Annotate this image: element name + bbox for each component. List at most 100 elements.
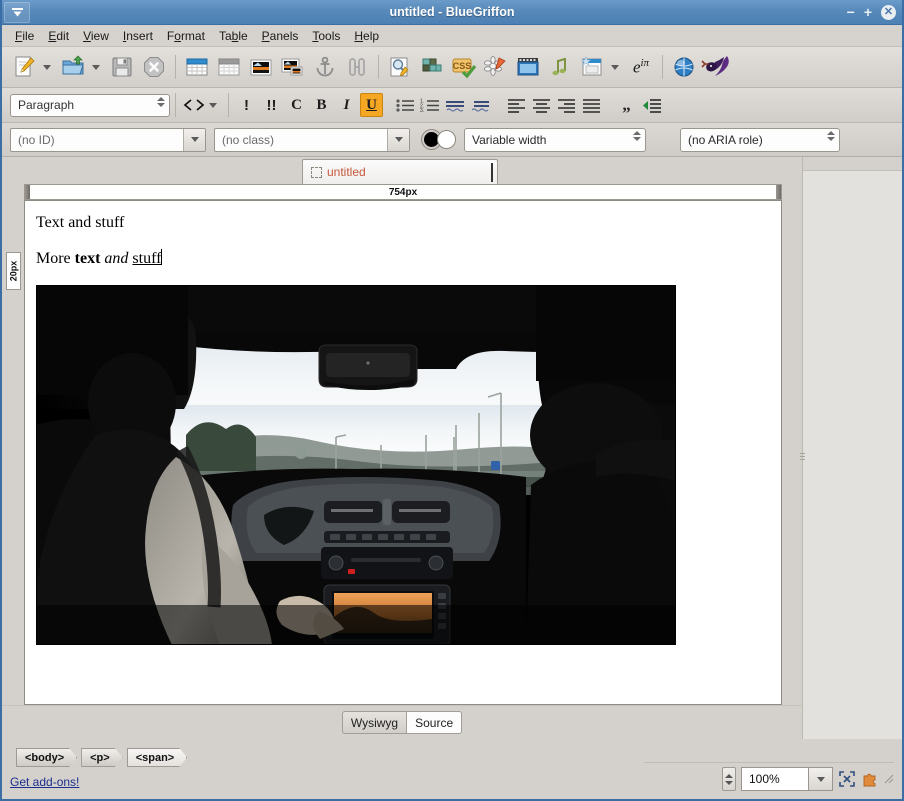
- puzzle-piece-icon[interactable]: [861, 770, 879, 788]
- menu-edit[interactable]: Edit: [41, 27, 76, 45]
- open-file-dropdown[interactable]: [89, 50, 102, 84]
- resize-grip-icon[interactable]: [884, 774, 894, 784]
- insert-table-button[interactable]: [182, 50, 212, 84]
- id-field[interactable]: (no ID): [10, 127, 206, 152]
- cite-button[interactable]: C: [285, 93, 308, 117]
- close-button[interactable]: ✕: [881, 4, 896, 20]
- bullet-list-button[interactable]: [393, 93, 416, 117]
- document-page[interactable]: Text and stuff More text and stuff: [24, 200, 782, 705]
- fullscreen-icon[interactable]: [838, 770, 856, 788]
- css-button[interactable]: CSS: [449, 50, 479, 84]
- strong-emphasis-button[interactable]: !!: [260, 93, 283, 117]
- menu-help[interactable]: Help: [347, 27, 386, 45]
- aria-role-select[interactable]: (no ARIA role): [680, 127, 840, 152]
- new-document-button[interactable]: [9, 50, 39, 84]
- font-spinner[interactable]: [633, 130, 641, 141]
- aria-role-spinner[interactable]: [827, 130, 835, 141]
- menu-panels[interactable]: Panels: [255, 27, 306, 45]
- zoom-input[interactable]: 100%: [741, 767, 809, 791]
- bluegriffon-logo-button[interactable]: [701, 50, 731, 84]
- maximize-button[interactable]: +: [864, 5, 872, 19]
- underline-button[interactable]: U: [360, 93, 383, 117]
- breadcrumb-p[interactable]: <p>: [81, 748, 123, 767]
- menu-view[interactable]: View: [76, 27, 116, 45]
- vertical-ruler[interactable]: 20px: [6, 252, 21, 290]
- minimize-button[interactable]: −: [847, 5, 855, 19]
- paragraph-style-select[interactable]: Paragraph: [10, 93, 170, 117]
- cancel-button[interactable]: [139, 50, 169, 84]
- document-tab-label: untitled: [327, 165, 366, 179]
- emphasis-button[interactable]: !: [235, 93, 258, 117]
- outdent-button[interactable]: [443, 93, 466, 117]
- blocks-button[interactable]: [417, 50, 447, 84]
- menu-insert[interactable]: Insert: [116, 27, 160, 45]
- insert-image-button[interactable]: [246, 50, 276, 84]
- indent-button[interactable]: [468, 93, 491, 117]
- math-button[interactable]: eiπ: [626, 50, 656, 84]
- horizontal-ruler[interactable]: 754px: [24, 184, 782, 200]
- browse-button[interactable]: [669, 50, 699, 84]
- breadcrumb-body[interactable]: <body>: [16, 748, 77, 767]
- italic-button[interactable]: I: [335, 93, 358, 117]
- ruler-right-handle[interactable]: [776, 185, 781, 199]
- document-tab-untitled[interactable]: untitled: [302, 159, 498, 184]
- paragraph-style-spinner[interactable]: [157, 96, 165, 107]
- dock-splitter-handle[interactable]: [800, 448, 805, 464]
- blockquote-button[interactable]: „: [615, 93, 638, 117]
- breadcrumb-span[interactable]: <span>: [127, 748, 188, 767]
- code-tag-dropdown[interactable]: [206, 88, 219, 122]
- document-tabstrip: untitled: [2, 157, 802, 184]
- car-interior-photo[interactable]: [36, 284, 676, 645]
- paragraph-1[interactable]: Text and stuff: [36, 213, 770, 234]
- right-dock-header: [803, 157, 902, 171]
- get-addons-link[interactable]: Get add-ons!: [10, 775, 79, 789]
- background-color-swatch[interactable]: [437, 130, 456, 149]
- class-field[interactable]: (no class): [214, 127, 410, 152]
- audio-button[interactable]: [545, 50, 575, 84]
- svg-button[interactable]: [481, 50, 511, 84]
- bold-button[interactable]: B: [310, 93, 333, 117]
- paragraph-2[interactable]: More text and stuff: [36, 248, 770, 270]
- zoom-dropdown[interactable]: [809, 767, 833, 791]
- id-dropdown[interactable]: [183, 128, 205, 151]
- tab-wysiwyg[interactable]: Wysiwyg: [341, 711, 408, 734]
- new-document-dropdown[interactable]: [40, 50, 53, 84]
- align-center-button[interactable]: [530, 93, 553, 117]
- numbered-list-button[interactable]: 1. 2. 3.: [418, 93, 441, 117]
- image-properties-icon: [281, 58, 303, 76]
- insert-indent-button[interactable]: [640, 93, 663, 117]
- chevron-down-icon: [610, 64, 619, 70]
- code-tag-button[interactable]: [182, 93, 205, 117]
- horizontal-ruler-label: 754px: [388, 186, 418, 198]
- table-properties-button[interactable]: [214, 50, 244, 84]
- color-swatches[interactable]: [422, 130, 456, 149]
- menu-table[interactable]: Table: [212, 27, 255, 45]
- form-button[interactable]: [577, 50, 607, 84]
- font-select[interactable]: Variable width: [464, 127, 646, 152]
- menu-file[interactable]: File: [8, 27, 41, 45]
- open-file-button[interactable]: [58, 50, 88, 84]
- paragraph-2-underline: stuff: [132, 249, 162, 267]
- anchor-button[interactable]: [310, 50, 340, 84]
- align-justify-button[interactable]: [580, 93, 603, 117]
- window-controls: − + ✕: [847, 0, 896, 24]
- ruler-left-handle[interactable]: [25, 185, 30, 199]
- image-properties-button[interactable]: [278, 50, 308, 84]
- menu-tools[interactable]: Tools: [305, 27, 347, 45]
- class-dropdown[interactable]: [387, 128, 409, 151]
- link-button[interactable]: [342, 50, 372, 84]
- zoom-stepper[interactable]: [722, 767, 736, 791]
- table-properties-icon: [218, 58, 240, 76]
- align-right-button[interactable]: [555, 93, 578, 117]
- tab-source[interactable]: Source: [407, 711, 463, 734]
- insert-image-icon: [250, 59, 272, 76]
- save-button[interactable]: [107, 50, 137, 84]
- window-menu-button[interactable]: [4, 1, 30, 23]
- video-button[interactable]: [513, 50, 543, 84]
- align-left-button[interactable]: [505, 93, 528, 117]
- form-dropdown[interactable]: [608, 50, 621, 84]
- menu-format[interactable]: Format: [160, 27, 212, 45]
- preview-button[interactable]: [385, 50, 415, 84]
- paragraph-2-bold: text: [74, 249, 101, 267]
- document-body[interactable]: Text and stuff More text and stuff: [25, 201, 781, 657]
